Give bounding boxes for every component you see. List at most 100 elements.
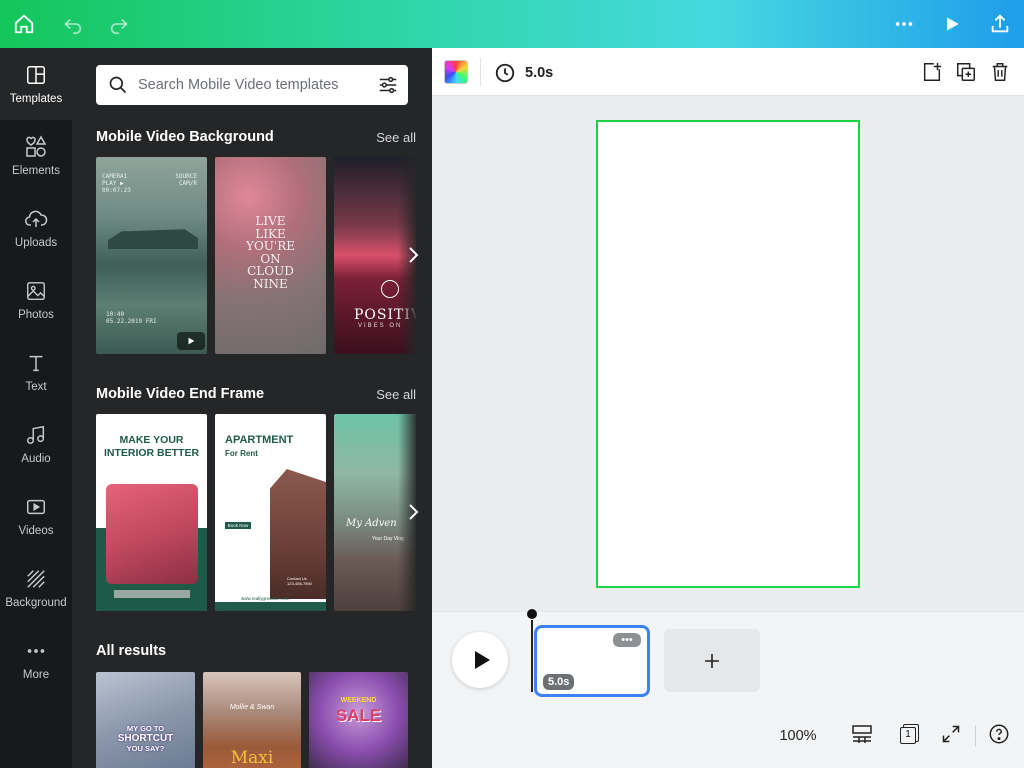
rail-item-text[interactable]: Text — [0, 336, 72, 408]
more-icon[interactable] — [888, 8, 920, 40]
rail-label: Uploads — [14, 237, 58, 249]
uploads-icon — [24, 207, 48, 231]
playhead[interactable] — [531, 620, 533, 692]
rail-label: Videos — [18, 525, 54, 537]
thumb-text: 10:40 — [106, 311, 125, 318]
rail-label: Text — [25, 381, 47, 393]
see-all-link[interactable]: See all — [376, 130, 416, 145]
thumb-text: VIBES ON — [358, 323, 403, 329]
rail-item-templates[interactable]: Templates — [0, 48, 72, 120]
page-count-button[interactable]: 1 — [898, 722, 922, 746]
chevron-right-icon[interactable] — [401, 492, 425, 532]
rail-item-background[interactable]: Background — [0, 552, 72, 624]
timeline-clip[interactable]: ••• 5.0s — [534, 625, 650, 697]
grid-view-icon[interactable] — [850, 722, 874, 746]
section-title: All results — [96, 643, 167, 659]
redo-icon[interactable] — [103, 8, 135, 40]
elements-icon — [24, 135, 48, 159]
duration-button[interactable]: 5.0s — [494, 62, 553, 84]
templates-panel: Mobile Video Background See all CAMERA1 … — [72, 48, 432, 768]
text-icon — [24, 351, 48, 375]
video-badge-icon — [177, 332, 205, 350]
play-icon — [473, 650, 491, 670]
logo-mark — [381, 280, 399, 298]
thumb-text: Book Now — [225, 522, 251, 529]
add-clip-button[interactable] — [664, 629, 760, 692]
photo-placeholder — [106, 484, 198, 584]
search-input[interactable] — [138, 65, 368, 105]
section-title: Mobile Video End Frame — [96, 386, 265, 402]
audio-icon — [24, 423, 48, 447]
template-thumbnail[interactable]: CAMERA1 PLAY ▶ 00:07:23 SOURCE CAM/R 10:… — [96, 157, 207, 354]
canvas-area — [432, 96, 1024, 611]
play-button[interactable] — [452, 632, 508, 688]
thumb-text: SALE — [335, 706, 382, 725]
search-icon — [108, 75, 128, 100]
zoom-level[interactable]: 100% — [768, 722, 828, 750]
chevron-right-icon[interactable] — [401, 235, 425, 275]
design-page[interactable] — [596, 120, 860, 588]
share-icon[interactable] — [984, 8, 1016, 40]
thumb-text: LIVE — [255, 214, 286, 228]
thumb-text: My Adven — [346, 518, 397, 529]
left-rail: Templates Elements Uploads Photos Text A… — [0, 48, 72, 768]
template-thumbnail[interactable]: Mollie & Swan Maxi — [203, 672, 301, 768]
thumb-text: NINE — [253, 276, 288, 291]
top-bar — [0, 0, 1024, 48]
thumb-text: CAMERA1 — [102, 173, 128, 180]
thumb-text: PLAY ▶ — [102, 180, 124, 187]
color-picker-icon[interactable] — [444, 60, 468, 84]
search-box — [96, 65, 408, 105]
rail-item-audio[interactable]: Audio — [0, 408, 72, 480]
thumb-text: SHORTCUT — [117, 733, 174, 744]
template-thumbnail[interactable]: APARTMENT For Rent Book Now Contact Us 1… — [215, 414, 326, 611]
rail-label: Audio — [21, 453, 51, 465]
thumb-text: WEEKEND — [340, 697, 377, 704]
duration-value: 5.0s — [525, 65, 554, 81]
rail-label: Elements — [12, 165, 60, 177]
rail-label: More — [22, 669, 50, 681]
thumb-text: YOU'RE — [246, 239, 295, 253]
playhead-handle[interactable] — [527, 609, 537, 619]
play-icon[interactable] — [936, 8, 968, 40]
thumb-text: CLOUD — [247, 264, 294, 278]
photos-icon — [24, 279, 48, 303]
rail-item-elements[interactable]: Elements — [0, 120, 72, 192]
mountain-shape — [108, 229, 198, 249]
delete-page-icon[interactable] — [988, 60, 1012, 84]
thumb-text: Maxi — [230, 748, 274, 768]
undo-icon[interactable] — [57, 8, 89, 40]
clip-more-button[interactable]: ••• — [613, 633, 641, 647]
rail-label: Background — [5, 597, 67, 609]
more-icon — [24, 639, 48, 663]
thumb-text: 123-456-7890 — [287, 581, 312, 586]
thumb-text: YOU SAY? — [126, 744, 165, 753]
clock-icon — [494, 62, 516, 84]
template-thumbnail[interactable]: MY GO TO SHORTCUT YOU SAY? — [96, 672, 195, 768]
fullscreen-icon[interactable] — [939, 722, 963, 746]
section-title: Mobile Video Background — [96, 129, 274, 145]
templates-icon — [24, 63, 48, 87]
thumb-text: INTERIOR BETTER — [103, 447, 200, 459]
duplicate-page-icon[interactable] — [954, 60, 978, 84]
template-thumbnail[interactable]: WEEKEND SALE — [309, 672, 408, 768]
rail-item-videos[interactable]: Videos — [0, 480, 72, 552]
add-page-icon[interactable] — [920, 60, 944, 84]
thumb-text: SOURCE — [175, 173, 197, 180]
help-icon[interactable] — [987, 722, 1011, 746]
thumb-text: CAM/R — [178, 180, 197, 187]
rail-item-more[interactable]: More — [0, 624, 72, 696]
see-all-link[interactable]: See all — [376, 387, 416, 402]
editor-toolbar: 5.0s — [432, 48, 1024, 96]
home-icon[interactable] — [8, 8, 40, 40]
thumb-text: 00:07:23 — [102, 187, 131, 194]
background-icon — [24, 567, 48, 591]
template-thumbnail[interactable]: LIVE LIKE YOU'RE ON CLOUD NINE — [215, 157, 326, 354]
rail-label: Templates — [9, 93, 63, 105]
videos-icon — [24, 495, 48, 519]
rail-item-uploads[interactable]: Uploads — [0, 192, 72, 264]
filter-icon[interactable] — [376, 73, 400, 97]
thumb-text: www.reallygreatsite.com — [241, 596, 290, 601]
rail-item-photos[interactable]: Photos — [0, 264, 72, 336]
template-thumbnail[interactable]: MAKE YOUR INTERIOR BETTER — [96, 414, 207, 611]
